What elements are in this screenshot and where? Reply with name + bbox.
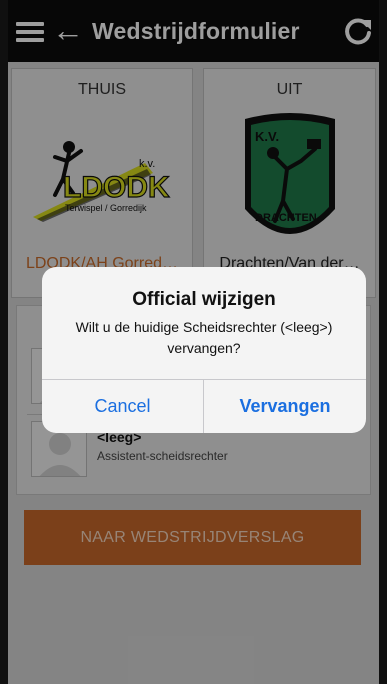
cancel-button[interactable]: Cancel <box>42 380 203 433</box>
dialog-title: Official wijzigen <box>132 289 276 310</box>
replace-button[interactable]: Vervangen <box>204 380 366 433</box>
dialog-message: Wilt u de huidige Scheidsrechter (<leeg>… <box>75 319 333 356</box>
change-official-dialog: Official wijzigen Wilt u de huidige Sche… <box>42 267 366 433</box>
